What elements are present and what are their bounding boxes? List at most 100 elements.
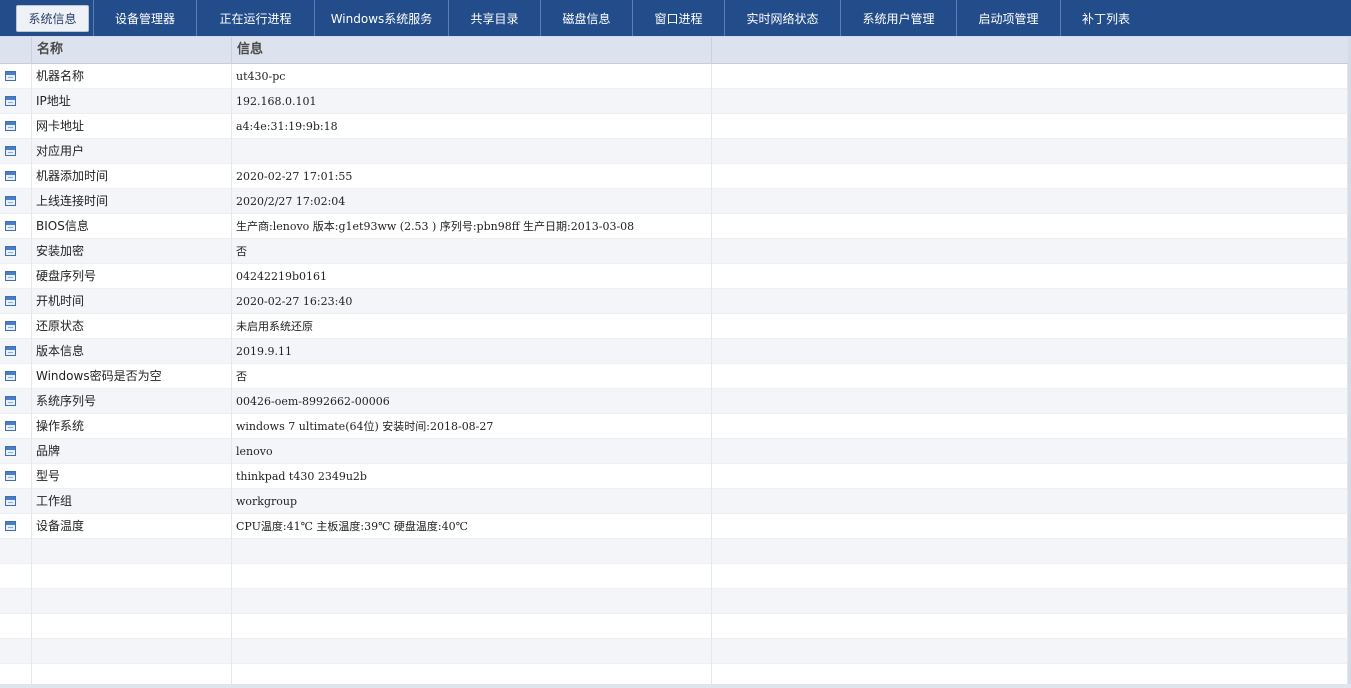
- table-row-icon: [5, 296, 16, 306]
- tab-label: 设备管理器: [114, 11, 175, 26]
- table-row[interactable]: 硬盘序列号 04242219b0161: [0, 264, 1351, 289]
- cell-filler: [712, 139, 1348, 164]
- table-row[interactable]: 上线连接时间 2020/2/27 17:02:04: [0, 189, 1351, 214]
- cell-filler: [712, 339, 1348, 364]
- row-icon-cell: [0, 539, 32, 564]
- cell-name: 机器名称: [32, 64, 232, 89]
- table-row[interactable]: Windows密码是否为空否: [0, 364, 1351, 389]
- table-row[interactable]: 品牌 lenovo: [0, 439, 1351, 464]
- header-info[interactable]: 信息: [232, 37, 712, 64]
- cell-name: 对应用户: [32, 139, 232, 164]
- row-icon-cell: [0, 214, 32, 239]
- table-row-icon: [5, 71, 16, 81]
- row-icon-cell: [0, 414, 32, 439]
- empty-row: [0, 614, 1351, 639]
- table-row-icon: [5, 96, 16, 106]
- tab-device-manager[interactable]: 设备管理器: [94, 0, 197, 36]
- tab-network-status[interactable]: 实时网络状态: [725, 0, 841, 36]
- tab-bar: 系统信息 设备管理器 正在运行进程 Windows系统服务 共享目录 磁盘信息 …: [0, 0, 1351, 36]
- tab-system-users[interactable]: 系统用户管理: [841, 0, 957, 36]
- cell-info: 否: [232, 364, 712, 389]
- tab-label: 启动项管理: [978, 11, 1039, 26]
- cell-info: thinkpad t430 2349u2b: [232, 464, 712, 489]
- cell-info: CPU温度:41℃ 主板温度:39℃ 硬盘温度:40℃: [232, 514, 712, 539]
- header-icon-column: [0, 37, 32, 64]
- table-row[interactable]: 版本信息 2019.9.11: [0, 339, 1351, 364]
- table-row-icon: [5, 146, 16, 156]
- grid-header: 名称 信息: [0, 37, 1351, 64]
- cell-info: lenovo: [232, 439, 712, 464]
- tab-shared-folders[interactable]: 共享目录: [449, 0, 541, 36]
- table-row[interactable]: 机器名称 ut430-pc: [0, 64, 1351, 89]
- cell-filler: [712, 389, 1348, 414]
- cell-filler: [712, 564, 1348, 589]
- row-icon-cell: [0, 639, 32, 664]
- cell-name: 硬盘序列号: [32, 264, 232, 289]
- table-row[interactable]: 操作系统 windows 7 ultimate(64位) 安装时间:2018-08…: [0, 414, 1351, 439]
- cell-filler: [712, 64, 1348, 89]
- table-row-icon: [5, 446, 16, 456]
- empty-row: [0, 564, 1351, 589]
- tab-label: Windows系统服务: [330, 11, 433, 26]
- cell-info: [232, 589, 712, 614]
- table-row-icon: [5, 496, 16, 506]
- cell-info: [232, 564, 712, 589]
- table-row[interactable]: BIOS信息 生产商:lenovo 版本:g1et93ww (2.53 ) 序列号…: [0, 214, 1351, 239]
- cell-name: [32, 564, 232, 589]
- cell-info: 04242219b0161: [232, 264, 712, 289]
- cell-name: [32, 539, 232, 564]
- tab-label: 正在运行进程: [219, 11, 292, 26]
- row-icon-cell: [0, 239, 32, 264]
- cell-filler: [712, 314, 1348, 339]
- cell-name: 品牌: [32, 439, 232, 464]
- horizontal-scrollbar[interactable]: [0, 684, 1351, 688]
- table-row[interactable]: IP地址 192.168.0.101: [0, 89, 1351, 114]
- tab-patch-list[interactable]: 补丁列表: [1061, 0, 1151, 36]
- tab-startup-items[interactable]: 启动项管理: [957, 0, 1061, 36]
- cell-filler: [712, 464, 1348, 489]
- row-icon-cell: [0, 114, 32, 139]
- cell-info: 2020-02-27 17:01:55: [232, 164, 712, 189]
- tab-window-processes[interactable]: 窗口进程: [633, 0, 725, 36]
- grid-body: 机器名称 ut430-pc IP地址 192.168.0.101 网卡地址 a4:4e:3…: [0, 64, 1351, 688]
- table-row[interactable]: 开机时间 2020-02-27 16:23:40: [0, 289, 1351, 314]
- empty-row: [0, 589, 1351, 614]
- table-row[interactable]: 对应用户: [0, 139, 1351, 164]
- row-icon-cell: [0, 89, 32, 114]
- table-row-icon: [5, 371, 16, 381]
- row-icon-cell: [0, 264, 32, 289]
- empty-row: [0, 639, 1351, 664]
- cell-name: 系统序列号: [32, 389, 232, 414]
- table-row[interactable]: 机器添加时间 2020-02-27 17:01:55: [0, 164, 1351, 189]
- table-row[interactable]: 系统序列号 00426-oem-8992662-00006: [0, 389, 1351, 414]
- cell-info: workgroup: [232, 489, 712, 514]
- cell-info: [232, 539, 712, 564]
- cell-name: Windows密码是否为空: [32, 364, 232, 389]
- cell-filler: [712, 89, 1348, 114]
- cell-filler: [712, 114, 1348, 139]
- header-name[interactable]: 名称: [32, 37, 232, 64]
- table-row[interactable]: 型号 thinkpad t430 2349u2b: [0, 464, 1351, 489]
- tab-disk-info[interactable]: 磁盘信息: [541, 0, 633, 36]
- row-icon-cell: [0, 514, 32, 539]
- cell-filler: [712, 539, 1348, 564]
- tab-running-processes[interactable]: 正在运行进程: [197, 0, 315, 36]
- table-row[interactable]: 安装加密否: [0, 239, 1351, 264]
- cell-filler: [712, 489, 1348, 514]
- table-row[interactable]: 设备温度 CPU温度:41℃ 主板温度:39℃ 硬盘温度:40℃: [0, 514, 1351, 539]
- cell-name: 机器添加时间: [32, 164, 232, 189]
- tab-system-info[interactable]: 系统信息: [12, 0, 94, 36]
- table-row[interactable]: 网卡地址 a4:4e:31:19:9b:18: [0, 114, 1351, 139]
- tab-label: 系统用户管理: [862, 11, 935, 26]
- table-row[interactable]: 还原状态 未启用系统还原: [0, 314, 1351, 339]
- cell-info: 00426-oem-8992662-00006: [232, 389, 712, 414]
- table-row-icon: [5, 121, 16, 131]
- table-row[interactable]: 工作组 workgroup: [0, 489, 1351, 514]
- header-filler: [712, 37, 1348, 64]
- cell-filler: [712, 264, 1348, 289]
- cell-info: 192.168.0.101: [232, 89, 712, 114]
- cell-info: windows 7 ultimate(64位) 安装时间:2018-08-27: [232, 414, 712, 439]
- system-info-grid: 名称 信息 机器名称 ut430-pc IP地址 192.168.0.101 网卡地址 a…: [0, 36, 1351, 688]
- tab-windows-services[interactable]: Windows系统服务: [315, 0, 449, 36]
- table-row-icon: [5, 196, 16, 206]
